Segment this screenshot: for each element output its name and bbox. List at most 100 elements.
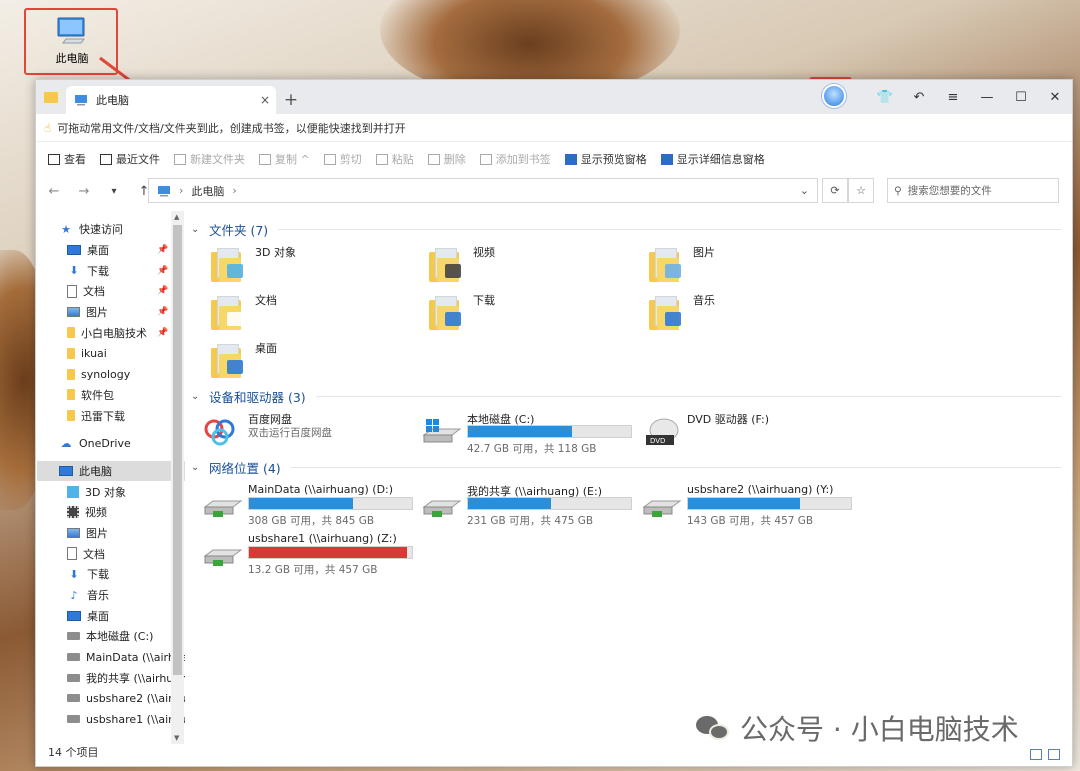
sidebar-item[interactable]: MainData (\\airhua [37,647,185,668]
sidebar-item[interactable]: 图片 [37,523,185,544]
sidebar-item[interactable]: 迅雷下载 [37,405,185,426]
bookmark-bar[interactable]: ☝ 可拖动常用文件/文档/文件夹到此，创建成书签，以便能快速找到并打开 [36,114,1072,142]
maximize-button[interactable]: ☐ [1004,90,1038,105]
capacity-bar [248,546,413,559]
sidebar-item[interactable]: usbshare2 (\\airhu [37,688,185,709]
folder-video-icon [429,244,463,284]
folder-item[interactable]: 视频 [429,244,639,288]
sidebar-item[interactable]: 小白电脑技术 📌 [37,322,185,343]
drive-item[interactable]: 本地磁盘 (C:) 42.7 GB 可用，共 118 GB [422,411,637,455]
assistant-ball-icon[interactable] [822,84,846,108]
sidebar-item-label: 小白电脑技术 [81,326,147,340]
tab-close-icon[interactable]: × [260,93,270,107]
sidebar-item[interactable]: ☁ OneDrive [37,433,185,454]
sidebar-item[interactable]: 文档 [37,543,185,564]
folder-item[interactable]: 图片 [649,244,859,288]
sidebar-item[interactable]: 桌面 [37,605,185,626]
sidebar-item[interactable]: synology [37,364,185,385]
sidebar-item[interactable]: 图片 📌 [37,302,185,323]
sidebar-item[interactable]: 本地磁盘 (C:) [37,626,185,647]
sidebar-item[interactable]: ikuai [37,343,185,364]
toolbar-icon [48,153,60,165]
folder-item[interactable]: 下载 [429,292,639,336]
sidebar-item[interactable]: usbshare1 (\\airhu [37,709,185,730]
folder-icon[interactable] [36,80,66,114]
toolbar-button[interactable]: 删除 [427,151,466,167]
large-icons-view-icon[interactable] [1048,749,1060,760]
sidebar-item[interactable]: 桌面 📌 [37,240,185,261]
folder-icon [67,368,75,380]
toolbar-button[interactable]: 粘贴 [375,151,414,167]
drive-free-space: 13.2 GB 可用，共 457 GB [248,564,378,576]
address-bar[interactable]: › 此电脑 › ⌄ [148,178,818,203]
toolbar-icon [564,153,577,165]
drive-item[interactable]: usbshare1 (\\airhuang) (Z:) 13.2 GB 可用，共 … [203,532,418,576]
close-button[interactable]: ✕ [1038,90,1072,105]
sidebar-item-label: 图片 [86,526,108,540]
scrollbar-thumb[interactable] [173,225,182,675]
toolbar-button[interactable]: 最近文件 [100,151,160,167]
sidebar-item[interactable]: ♪ 音乐 [37,585,185,606]
sidebar-item-label: synology [81,367,131,381]
toolbar-icon [479,153,492,165]
folder-item[interactable]: 文档 [211,292,421,336]
folder-item[interactable]: 桌面 [211,340,421,384]
sidebar-item[interactable]: 软件包 [37,385,185,406]
file-explorer-window: 此电脑 × + 👕 ↶ ≡ — ☐ ✕ ☝ 可拖动常用文件/文档/文件夹到此，创… [35,79,1073,767]
toolbar-button[interactable]: 剪切 [323,151,362,167]
group-header-devices[interactable]: ⌄ 设备和驱动器 (3) [191,386,1061,406]
menu-icon[interactable]: ≡ [936,90,970,105]
group-header-network[interactable]: ⌄ 网络位置 (4) [191,457,1061,477]
folder-icon [67,347,75,359]
drive-item[interactable]: DVD DVD 驱动器 (F:) [642,411,857,455]
tab-this-pc[interactable]: 此电脑 × [66,86,276,114]
tab-title: 此电脑 [96,94,129,107]
drive-name: usbshare1 (\\airhuang) (Z:) [248,532,397,545]
history-dropdown-icon[interactable]: ▾ [106,186,122,197]
sidebar-item-label: OneDrive [79,436,131,450]
skin-icon[interactable]: 👕 [868,90,902,105]
drive-free-space: 42.7 GB 可用，共 118 GB [467,443,597,455]
back-icon[interactable]: ← [46,184,62,199]
sidebar-item-label: 图片 [86,306,108,320]
folder-item[interactable]: 音乐 [649,292,859,336]
sidebar-item[interactable]: 此电脑 [37,460,185,482]
sidebar-item[interactable]: ⬇ 下载 [37,564,185,585]
drive-name: MainData (\\airhuang) (D:) [248,483,394,496]
pin-icon: 📌 [157,307,169,318]
drive-item[interactable]: 百度网盘 双击运行百度网盘 [203,411,418,455]
sidebar-scrollbar[interactable]: ▲ ▼ [171,211,184,744]
details-view-icon[interactable] [1030,749,1042,760]
toolbar-button[interactable]: 添加到书签 [479,151,551,167]
sidebar-item[interactable]: 3D 对象 [37,481,185,502]
toolbar-button[interactable]: 复制 ^ [259,151,310,167]
capacity-bar [467,497,632,510]
toolbar-button[interactable]: 查看 [48,151,86,167]
sidebar-item[interactable]: 我的共享 (\\airhuan [37,667,185,688]
new-tab-button[interactable]: + [276,86,306,114]
bookmark-star-icon[interactable]: ☆ [848,178,874,203]
forward-icon[interactable]: → [76,184,92,199]
refresh-button[interactable]: ⟳ [822,178,848,203]
toolbar-button-label: 新建文件夹 [190,153,245,166]
capacity-bar [467,425,632,438]
sidebar-item[interactable]: 视频 [37,502,185,523]
search-input[interactable]: ⚲ 搜索您想要的文件 [887,178,1059,203]
toolbar-button[interactable]: 显示预览窗格 [564,151,647,167]
drive-item[interactable]: MainData (\\airhuang) (D:) 308 GB 可用，共 84… [203,483,418,527]
drive-item[interactable]: 我的共享 (\\airhuang) (E:) 231 GB 可用，共 475 GB [422,483,637,527]
address-dropdown-icon[interactable]: ⌄ [800,184,809,197]
sidebar-item[interactable]: 文档 📌 [37,281,185,302]
drive-item[interactable]: usbshare2 (\\airhuang) (Y:) 143 GB 可用，共 4… [642,483,857,527]
minimize-button[interactable]: — [970,90,1004,105]
sidebar-item[interactable]: ⬇ 下载 📌 [37,260,185,281]
toolbar-button[interactable]: 新建文件夹 [174,151,245,167]
computer-icon [158,185,170,196]
sidebar-item-label: 桌面 [87,609,109,623]
folder-item[interactable]: 3D 对象 [211,244,421,288]
sidebar-item[interactable]: ★ 快速访问 [37,219,185,240]
toolbar-button[interactable]: 显示详细信息窗格 [660,151,765,167]
undo-icon[interactable]: ↶ [902,90,936,105]
group-header-folders[interactable]: ⌄ 文件夹 (7) [191,219,1061,239]
breadcrumb-this-pc[interactable]: 此电脑 [191,183,224,199]
